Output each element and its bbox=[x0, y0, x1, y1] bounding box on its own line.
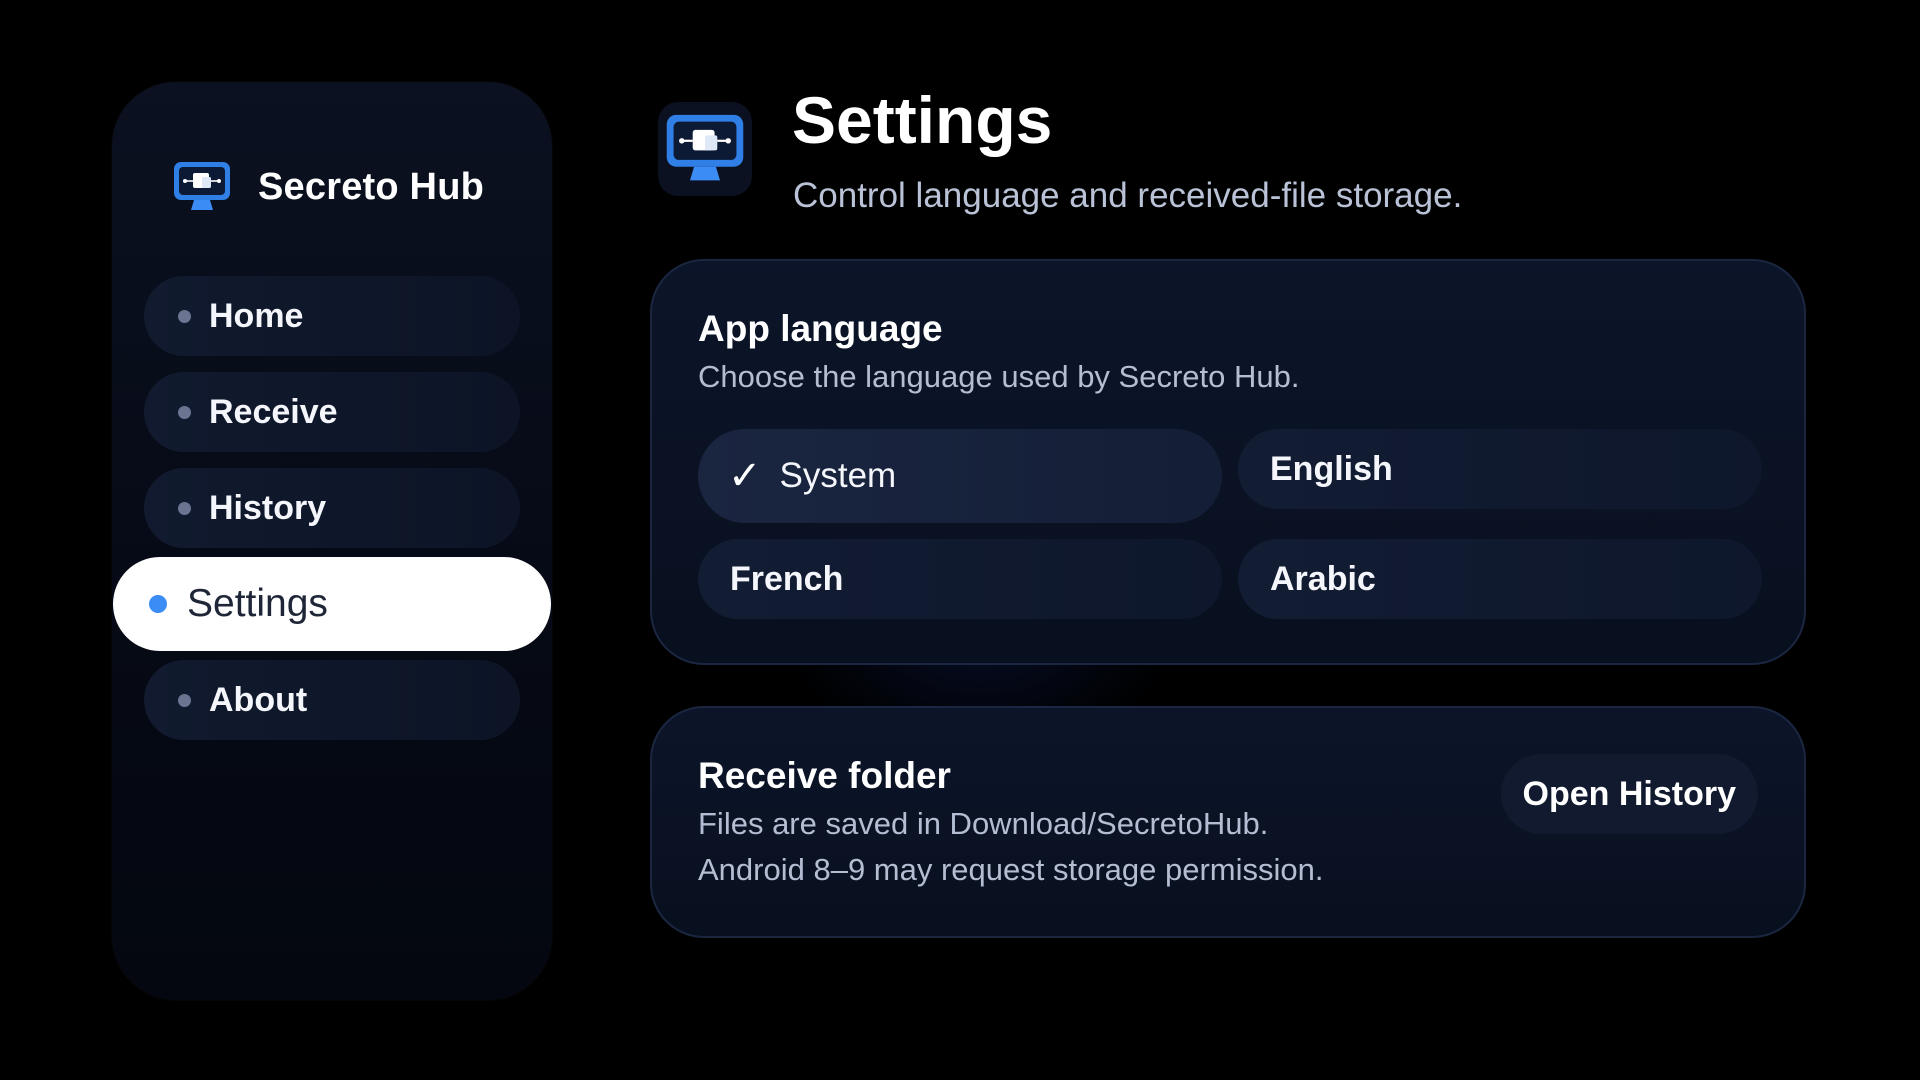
sidebar-item-history[interactable]: History bbox=[144, 468, 520, 548]
folder-path-text: Files are saved in Download/SecretoHub. bbox=[698, 806, 1269, 841]
app-language-card: App language Choose the language used by… bbox=[650, 259, 1806, 665]
sidebar-item-label: Home bbox=[209, 296, 304, 335]
language-option-english[interactable]: English bbox=[1238, 429, 1762, 509]
sidebar-item-label: About bbox=[209, 680, 308, 719]
receive-folder-card: Receive folder Files are saved in Downlo… bbox=[650, 706, 1806, 938]
language-option-label: System bbox=[779, 456, 897, 495]
monitor-icon bbox=[658, 102, 752, 196]
sidebar-item-home[interactable]: Home bbox=[144, 276, 520, 356]
bullet-icon bbox=[178, 501, 191, 515]
open-history-button[interactable]: Open History bbox=[1500, 754, 1758, 834]
sidebar-item-label: History bbox=[209, 488, 327, 527]
language-option-label: French bbox=[730, 559, 844, 598]
permission-note: Android 8–9 may request storage permissi… bbox=[698, 852, 1324, 887]
card-title: App language bbox=[698, 308, 943, 349]
sidebar-item-receive[interactable]: Receive bbox=[144, 372, 520, 452]
active-bullet-icon bbox=[149, 595, 167, 613]
bullet-icon bbox=[178, 309, 191, 323]
open-history-label: Open History bbox=[1522, 774, 1736, 813]
page-subtitle: Control language and received-file stora… bbox=[793, 176, 1463, 215]
settings-screen: Secreto Hub Home Receive History Setting… bbox=[0, 0, 1920, 1080]
sidebar-item-settings[interactable]: Settings bbox=[113, 557, 551, 651]
language-option-system[interactable]: ✓ System bbox=[698, 429, 1222, 523]
sidebar-item-about[interactable]: About bbox=[144, 660, 520, 740]
language-option-label: Arabic bbox=[1270, 559, 1376, 598]
language-option-french[interactable]: French bbox=[698, 539, 1222, 619]
sidebar: Secreto Hub Home Receive History Setting… bbox=[112, 82, 552, 1000]
page-title: Settings bbox=[792, 83, 1053, 157]
bullet-icon bbox=[178, 405, 191, 419]
card-title: Receive folder bbox=[698, 755, 951, 796]
checkmark-icon: ✓ bbox=[728, 453, 762, 499]
sidebar-nav: Home Receive History Settings About bbox=[112, 82, 552, 1000]
bullet-icon bbox=[178, 693, 191, 707]
language-option-arabic[interactable]: Arabic bbox=[1238, 539, 1762, 619]
sidebar-item-label: Receive bbox=[209, 392, 338, 431]
language-option-label: English bbox=[1270, 449, 1393, 488]
card-description: Choose the language used by Secreto Hub. bbox=[698, 359, 1300, 394]
sidebar-item-label: Settings bbox=[187, 582, 328, 625]
